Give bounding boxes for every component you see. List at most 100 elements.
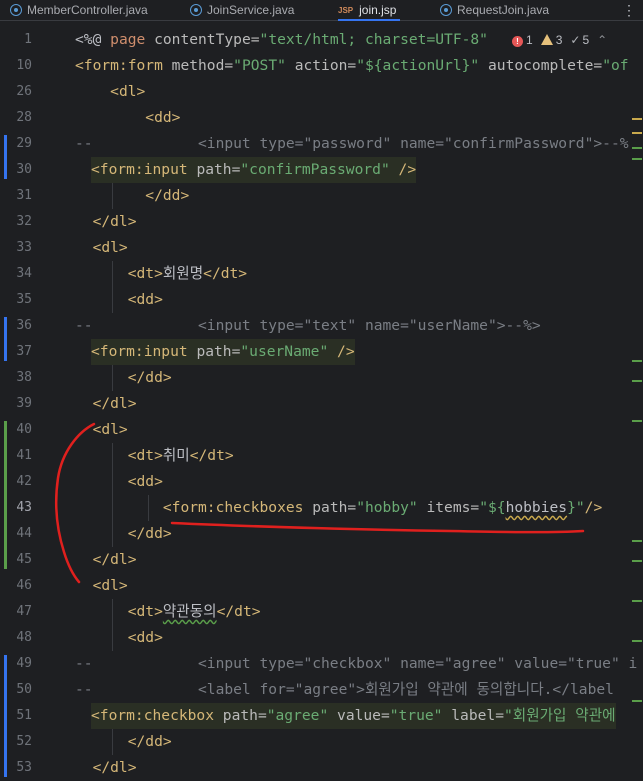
code-token: </dd> — [127, 369, 172, 386]
line-number: 38 — [16, 370, 32, 385]
code-line[interactable]: 39 </dl> — [0, 391, 643, 417]
code-token: <form:checkboxes — [162, 499, 313, 516]
code-line[interactable]: 10 <form:form method="POST" action="${act… — [0, 53, 643, 79]
code-line[interactable]: 32 </dl> — [0, 209, 643, 235]
code-text: <dd> — [75, 469, 163, 495]
tab-label: MemberController.java — [27, 3, 148, 17]
scrollbar-marker[interactable] — [632, 600, 642, 602]
java-class-icon — [440, 4, 452, 16]
code-text: </dl> — [75, 755, 137, 781]
code-text: </dd> — [75, 365, 172, 391]
code-text: </dl> — [75, 391, 137, 417]
code-token: </dd> — [145, 187, 190, 204]
code-token: <form:input — [91, 343, 197, 360]
code-text: <form:checkboxes path="hobby" items="${h… — [75, 495, 602, 521]
code-token: <dt> — [127, 447, 163, 464]
code-text: <dl> — [75, 417, 128, 443]
vcs-change-marker[interactable] — [4, 135, 7, 179]
scrollbar-marker[interactable] — [632, 560, 642, 562]
code-token: /> — [337, 343, 355, 360]
code-line[interactable]: 41 <dt>취미</dt> — [0, 443, 643, 469]
tab-join-jsp[interactable]: JSP join.jsp — [338, 0, 401, 21]
code-token: 취미 — [162, 447, 190, 464]
code-line[interactable]: 43 <form:checkboxes path="hobby" items="… — [0, 495, 643, 521]
code-line[interactable]: 26 <dl> — [0, 79, 643, 105]
code-token: hobbies — [505, 499, 568, 516]
line-number: 10 — [16, 58, 32, 73]
scrollbar-marker[interactable] — [632, 420, 642, 422]
scrollbar-marker[interactable] — [632, 380, 642, 382]
line-number: 28 — [16, 110, 32, 125]
inspection-widget[interactable]: ! 1 3 ✓ 5 ⌃ — [508, 31, 612, 49]
code-text: </dl> — [75, 547, 137, 573]
code-line[interactable]: 52 </dd> — [0, 729, 643, 755]
tab-requestjoin[interactable]: RequestJoin.java — [440, 0, 549, 20]
vcs-change-marker[interactable] — [4, 421, 7, 569]
vcs-change-marker[interactable] — [4, 317, 7, 361]
code-token: <dd> — [145, 109, 181, 126]
code-line[interactable]: 46 <dl> — [0, 573, 643, 599]
code-token: items= — [426, 499, 480, 516]
code-token: </dd> — [127, 525, 172, 542]
code-token: path= — [196, 161, 241, 178]
code-text: </dd> — [75, 521, 172, 547]
code-text: <form:checkbox path="agree" value="true"… — [91, 703, 616, 729]
code-token: 회원명 — [162, 265, 204, 282]
code-token: path= — [222, 707, 267, 724]
chevron-up-icon[interactable]: ⌃ — [597, 33, 607, 47]
code-token: <form:form — [75, 57, 172, 74]
code-token: value= — [337, 707, 390, 724]
code-token: <form:checkbox — [91, 707, 223, 724]
code-line[interactable]: 29 -- <input type="password" name="confir… — [0, 131, 643, 157]
code-token: <dl> — [92, 239, 128, 256]
code-line[interactable]: 35 <dd> — [0, 287, 643, 313]
code-token: "text/html; charset=UTF-8" — [259, 31, 488, 48]
code-line[interactable]: 34 <dt>회원명</dt> — [0, 261, 643, 287]
scrollbar-marker[interactable] — [632, 158, 642, 160]
tab-joinservice[interactable]: JoinService.java — [190, 0, 294, 20]
code-line[interactable]: 47 <dt>약관동의</dt> — [0, 599, 643, 625]
code-token: <%@ — [75, 31, 111, 48]
code-line[interactable]: 42 <dd> — [0, 469, 643, 495]
scrollbar-marker[interactable] — [632, 640, 642, 642]
code-token: </dt> — [216, 603, 261, 620]
code-line[interactable]: 48 <dd> — [0, 625, 643, 651]
code-line[interactable]: 31 </dd> — [0, 183, 643, 209]
line-number: 46 — [16, 578, 32, 593]
code-token: </dd> — [127, 733, 172, 750]
code-line[interactable]: 33 <dl> — [0, 235, 643, 261]
code-line[interactable]: 30 <form:input path="confirmPassword" /> — [0, 157, 643, 183]
code-line[interactable]: 51 <form:checkbox path="agree" value="tru… — [0, 703, 643, 729]
code-line[interactable]: 53 </dl> — [0, 755, 643, 781]
line-number: 31 — [16, 188, 32, 203]
line-number: 39 — [16, 396, 32, 411]
code-line[interactable]: 49 -- <input type="checkbox" name="agree"… — [0, 651, 643, 677]
code-token: -- <input type="checkbox" name="agree" v… — [75, 655, 638, 672]
tab-membercontroller[interactable]: MemberController.java — [10, 0, 148, 20]
scrollbar-marker[interactable] — [632, 118, 642, 120]
vcs-change-marker[interactable] — [4, 655, 7, 777]
code-line[interactable]: 45 </dl> — [0, 547, 643, 573]
code-line[interactable]: 50 -- <label for="agree">회원가입 약관에 동의합니다.<… — [0, 677, 643, 703]
code-line[interactable]: 37 <form:input path="userName" /> — [0, 339, 643, 365]
tab-label: JoinService.java — [207, 3, 295, 17]
code-line[interactable]: 40 <dl> — [0, 417, 643, 443]
code-line[interactable]: 38 </dd> — [0, 365, 643, 391]
scrollbar-marker[interactable] — [632, 132, 642, 134]
code-token: "of — [602, 57, 629, 74]
scrollbar-marker[interactable] — [632, 360, 642, 362]
code-text: <dl> — [75, 235, 128, 261]
line-number: 32 — [16, 214, 32, 229]
scrollbar-marker[interactable] — [632, 147, 642, 149]
code-line[interactable]: 36 -- <input type="text" name="userName">… — [0, 313, 643, 339]
code-token: <dl> — [92, 421, 128, 438]
code-line[interactable]: 44 </dd> — [0, 521, 643, 547]
code-editor[interactable]: 1 <%@ page contentType="text/html; charse… — [0, 21, 643, 777]
code-token: "agree" — [266, 707, 338, 724]
code-token: action= — [294, 57, 357, 74]
tab-overflow-menu-icon[interactable]: ⋮ — [622, 0, 636, 20]
code-token: </dl> — [92, 395, 137, 412]
scrollbar-marker[interactable] — [632, 700, 642, 702]
scrollbar-marker[interactable] — [632, 540, 642, 542]
code-line[interactable]: 28 <dd> — [0, 105, 643, 131]
